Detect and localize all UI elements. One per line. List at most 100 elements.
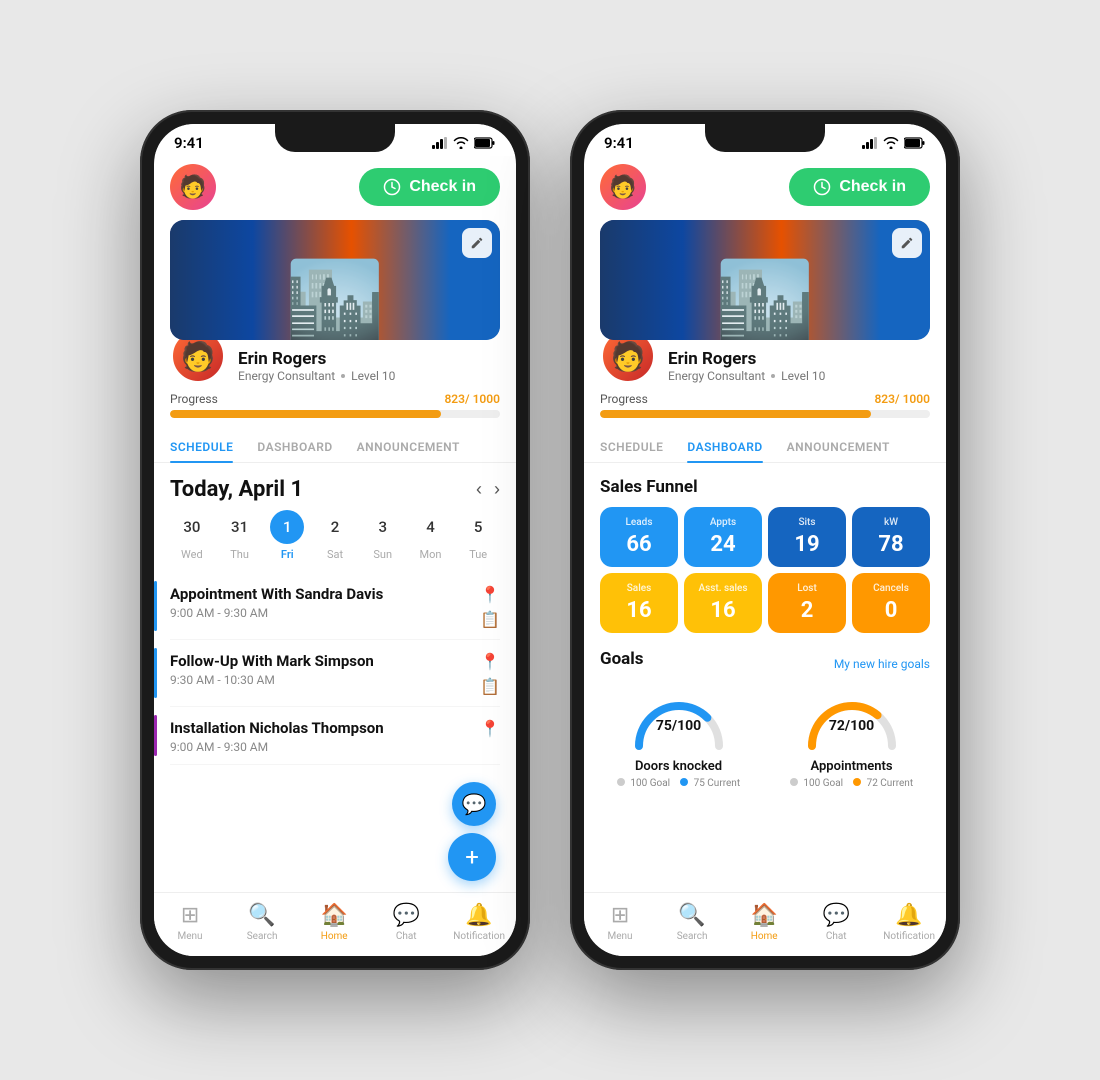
funnel-card-sales[interactable]: Sales 16 <box>600 573 678 633</box>
funnel-card-kw[interactable]: kW 78 <box>852 507 930 567</box>
tab-announcement-1[interactable]: ANNOUNCEMENT <box>357 430 460 462</box>
phone-2: 9:41 🧑 Check in <box>570 110 960 970</box>
appointment-3[interactable]: Installation Nicholas Thompson 9:00 AM -… <box>170 707 500 765</box>
goal-name-doors: Doors knocked <box>635 759 722 774</box>
appt-title-3: Installation Nicholas Thompson <box>170 719 384 737</box>
cal-num-3: 3 <box>366 510 400 544</box>
appointments-list-1: Appointment With Sandra Davis 9:00 AM - … <box>154 569 516 773</box>
funnel-label-lost: Lost <box>797 583 817 594</box>
cal-day-31[interactable]: 31 Thu <box>218 510 262 561</box>
funnel-card-asst-sales[interactable]: Asst. sales 16 <box>684 573 762 633</box>
edit-banner-button-2[interactable] <box>892 228 922 258</box>
home-icon-1: 🏠 <box>320 903 347 928</box>
nav-notification-1[interactable]: 🔔 Notification <box>453 903 505 942</box>
goal-legend-appts: 100 Goal 72 Current <box>790 778 913 789</box>
appointment-2[interactable]: Follow-Up With Mark Simpson 9:30 AM - 10… <box>170 640 500 707</box>
wifi-icon-2 <box>883 137 899 149</box>
legend-dot-gray-appts <box>790 778 798 786</box>
cal-day-1[interactable]: 1 Fri <box>265 510 309 561</box>
status-icons-1 <box>432 137 496 149</box>
notification-icon-2: 🔔 <box>895 903 922 928</box>
chat-fab-1[interactable]: 💬 <box>452 782 496 826</box>
tab-announcement-2[interactable]: ANNOUNCEMENT <box>787 430 890 462</box>
profile-name-1: Erin Rogers <box>238 349 395 369</box>
edit-icon-2 <box>900 236 914 250</box>
gauge-value-doors: 75/100 <box>656 718 701 734</box>
progress-bar-bg-2 <box>600 410 930 418</box>
nav-chat-2[interactable]: 💬 Chat <box>811 903 861 942</box>
nav-notification-2[interactable]: 🔔 Notification <box>883 903 935 942</box>
tab-schedule-2[interactable]: SCHEDULE <box>600 430 663 462</box>
cal-day-2[interactable]: 2 Sat <box>313 510 357 561</box>
menu-icon-1: ⊞ <box>181 903 199 928</box>
cal-label-mon: Mon <box>419 548 441 561</box>
dot-sep-2 <box>771 374 775 378</box>
cal-num-5: 5 <box>461 510 495 544</box>
funnel-value-sits: 19 <box>794 532 819 557</box>
checkin-button-1[interactable]: Check in <box>359 168 500 206</box>
location-icon-2: 📍 <box>480 652 500 671</box>
profile-title-1: Energy Consultant <box>238 369 335 383</box>
nav-home-1[interactable]: 🏠 Home <box>309 903 359 942</box>
tab-dashboard-1[interactable]: DASHBOARD <box>257 430 332 462</box>
nav-home-label-1: Home <box>321 931 348 942</box>
appt-time-1: 9:00 AM - 9:30 AM <box>170 606 383 620</box>
phone-2-screen: 9:41 🧑 Check in <box>584 124 946 956</box>
funnel-card-leads[interactable]: Leads 66 <box>600 507 678 567</box>
menu-icon-2: ⊞ <box>611 903 629 928</box>
goal-card-doors: 75/100 Doors knocked 100 Goal 7 <box>600 691 757 789</box>
nav-notification-label-1: Notification <box>453 931 505 942</box>
cal-day-30[interactable]: 30 Wed <box>170 510 214 561</box>
next-arrow-1[interactable]: › <box>494 479 500 500</box>
goals-header: Goals My new hire goals <box>600 649 930 679</box>
appointment-1[interactable]: Appointment With Sandra Davis 9:00 AM - … <box>170 573 500 640</box>
cal-label-sat: Sat <box>327 548 343 561</box>
legend-dot-orange-appts <box>853 778 861 786</box>
edit-banner-button-1[interactable] <box>462 228 492 258</box>
cal-day-4[interactable]: 4 Mon <box>409 510 453 561</box>
clock-icon-2 <box>813 178 831 196</box>
cal-num-2: 2 <box>318 510 352 544</box>
nav-chat-1[interactable]: 💬 Chat <box>381 903 431 942</box>
gauge-value-appts: 72/100 <box>829 718 874 734</box>
nav-notification-label-2: Notification <box>883 931 935 942</box>
funnel-card-cancels[interactable]: Cancels 0 <box>852 573 930 633</box>
appt-info-3: Installation Nicholas Thompson 9:00 AM -… <box>170 719 384 754</box>
profile-name-2: Erin Rogers <box>668 349 825 369</box>
funnel-value-asst-sales: 16 <box>710 598 735 623</box>
funnel-label-leads: Leads <box>626 517 653 528</box>
prev-arrow-1[interactable]: ‹ <box>476 479 482 500</box>
funnel-card-appts[interactable]: Appts 24 <box>684 507 762 567</box>
battery-icon-1 <box>474 137 496 149</box>
battery-icon-2 <box>904 137 926 149</box>
cal-num-4: 4 <box>413 510 447 544</box>
funnel-value-sales: 16 <box>626 598 651 623</box>
appt-time-3: 9:00 AM - 9:30 AM <box>170 740 384 754</box>
nav-menu-2[interactable]: ⊞ Menu <box>595 903 645 942</box>
nav-search-2[interactable]: 🔍 Search <box>667 903 717 942</box>
progress-section-1: Progress 823/ 1000 <box>154 384 516 430</box>
nav-home-2[interactable]: 🏠 Home <box>739 903 789 942</box>
copy-icon-2: 📋 <box>480 677 500 696</box>
progress-bar-bg-1 <box>170 410 500 418</box>
progress-label-2: Progress <box>600 392 648 406</box>
appt-time-2: 9:30 AM - 10:30 AM <box>170 673 374 687</box>
home-icon-2: 🏠 <box>750 903 777 928</box>
goal-card-appts: 72/100 Appointments 100 Goal 72 <box>773 691 930 789</box>
cal-label-tue: Tue <box>469 548 487 561</box>
funnel-card-lost[interactable]: Lost 2 <box>768 573 846 633</box>
cal-day-3[interactable]: 3 Sun <box>361 510 405 561</box>
nav-menu-1[interactable]: ⊞ Menu <box>165 903 215 942</box>
phone-1: 9:41 🧑 Check in <box>140 110 530 970</box>
goals-link[interactable]: My new hire goals <box>834 657 930 671</box>
funnel-card-sits[interactable]: Sits 19 <box>768 507 846 567</box>
add-fab-1[interactable]: + <box>448 833 496 881</box>
tab-schedule-1[interactable]: SCHEDULE <box>170 430 233 462</box>
checkin-label-2: Check in <box>839 178 906 196</box>
tabs-2: SCHEDULE DASHBOARD ANNOUNCEMENT <box>584 430 946 463</box>
checkin-button-2[interactable]: Check in <box>789 168 930 206</box>
cal-day-5[interactable]: 5 Tue <box>456 510 500 561</box>
tab-dashboard-2[interactable]: DASHBOARD <box>687 430 762 462</box>
progress-row-1: Progress 823/ 1000 <box>170 392 500 406</box>
nav-search-1[interactable]: 🔍 Search <box>237 903 287 942</box>
